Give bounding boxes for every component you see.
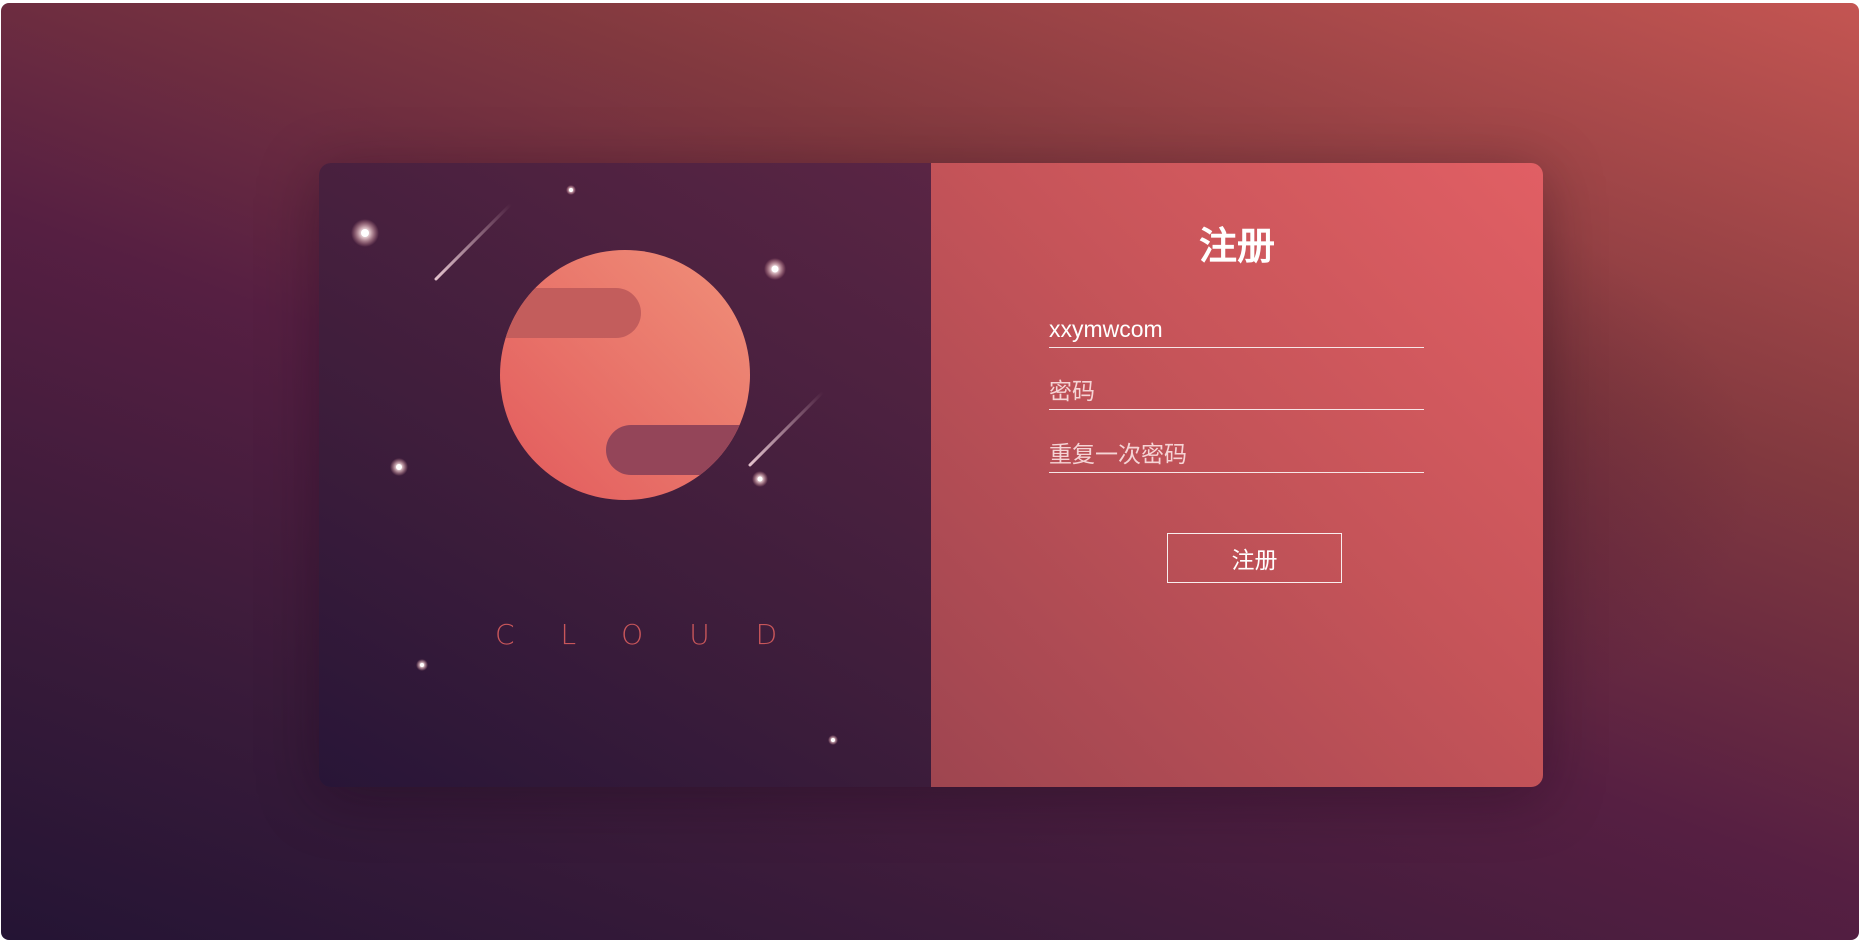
star-icon bbox=[416, 659, 428, 671]
star-icon bbox=[764, 258, 786, 280]
star-icon bbox=[752, 471, 768, 487]
confirm-password-input[interactable] bbox=[1049, 436, 1424, 473]
space-illustration bbox=[351, 185, 838, 745]
star-icon bbox=[828, 735, 838, 745]
planet-icon bbox=[500, 250, 750, 500]
page-background: CLOUD 注册 注册 bbox=[1, 3, 1859, 940]
star-icon bbox=[351, 219, 379, 247]
meteor-icon bbox=[434, 202, 513, 281]
illustration-panel: CLOUD bbox=[319, 163, 931, 787]
meteor-icon bbox=[748, 390, 825, 467]
register-form-panel: 注册 注册 bbox=[931, 163, 1543, 787]
register-card: CLOUD 注册 注册 bbox=[319, 163, 1543, 787]
register-button[interactable]: 注册 bbox=[1167, 533, 1342, 583]
password-input[interactable] bbox=[1049, 373, 1424, 410]
register-title: 注册 bbox=[1198, 224, 1275, 268]
username-input[interactable] bbox=[1049, 311, 1424, 348]
star-icon bbox=[566, 185, 576, 195]
brand-name: CLOUD bbox=[495, 618, 824, 651]
star-icon bbox=[390, 458, 408, 476]
